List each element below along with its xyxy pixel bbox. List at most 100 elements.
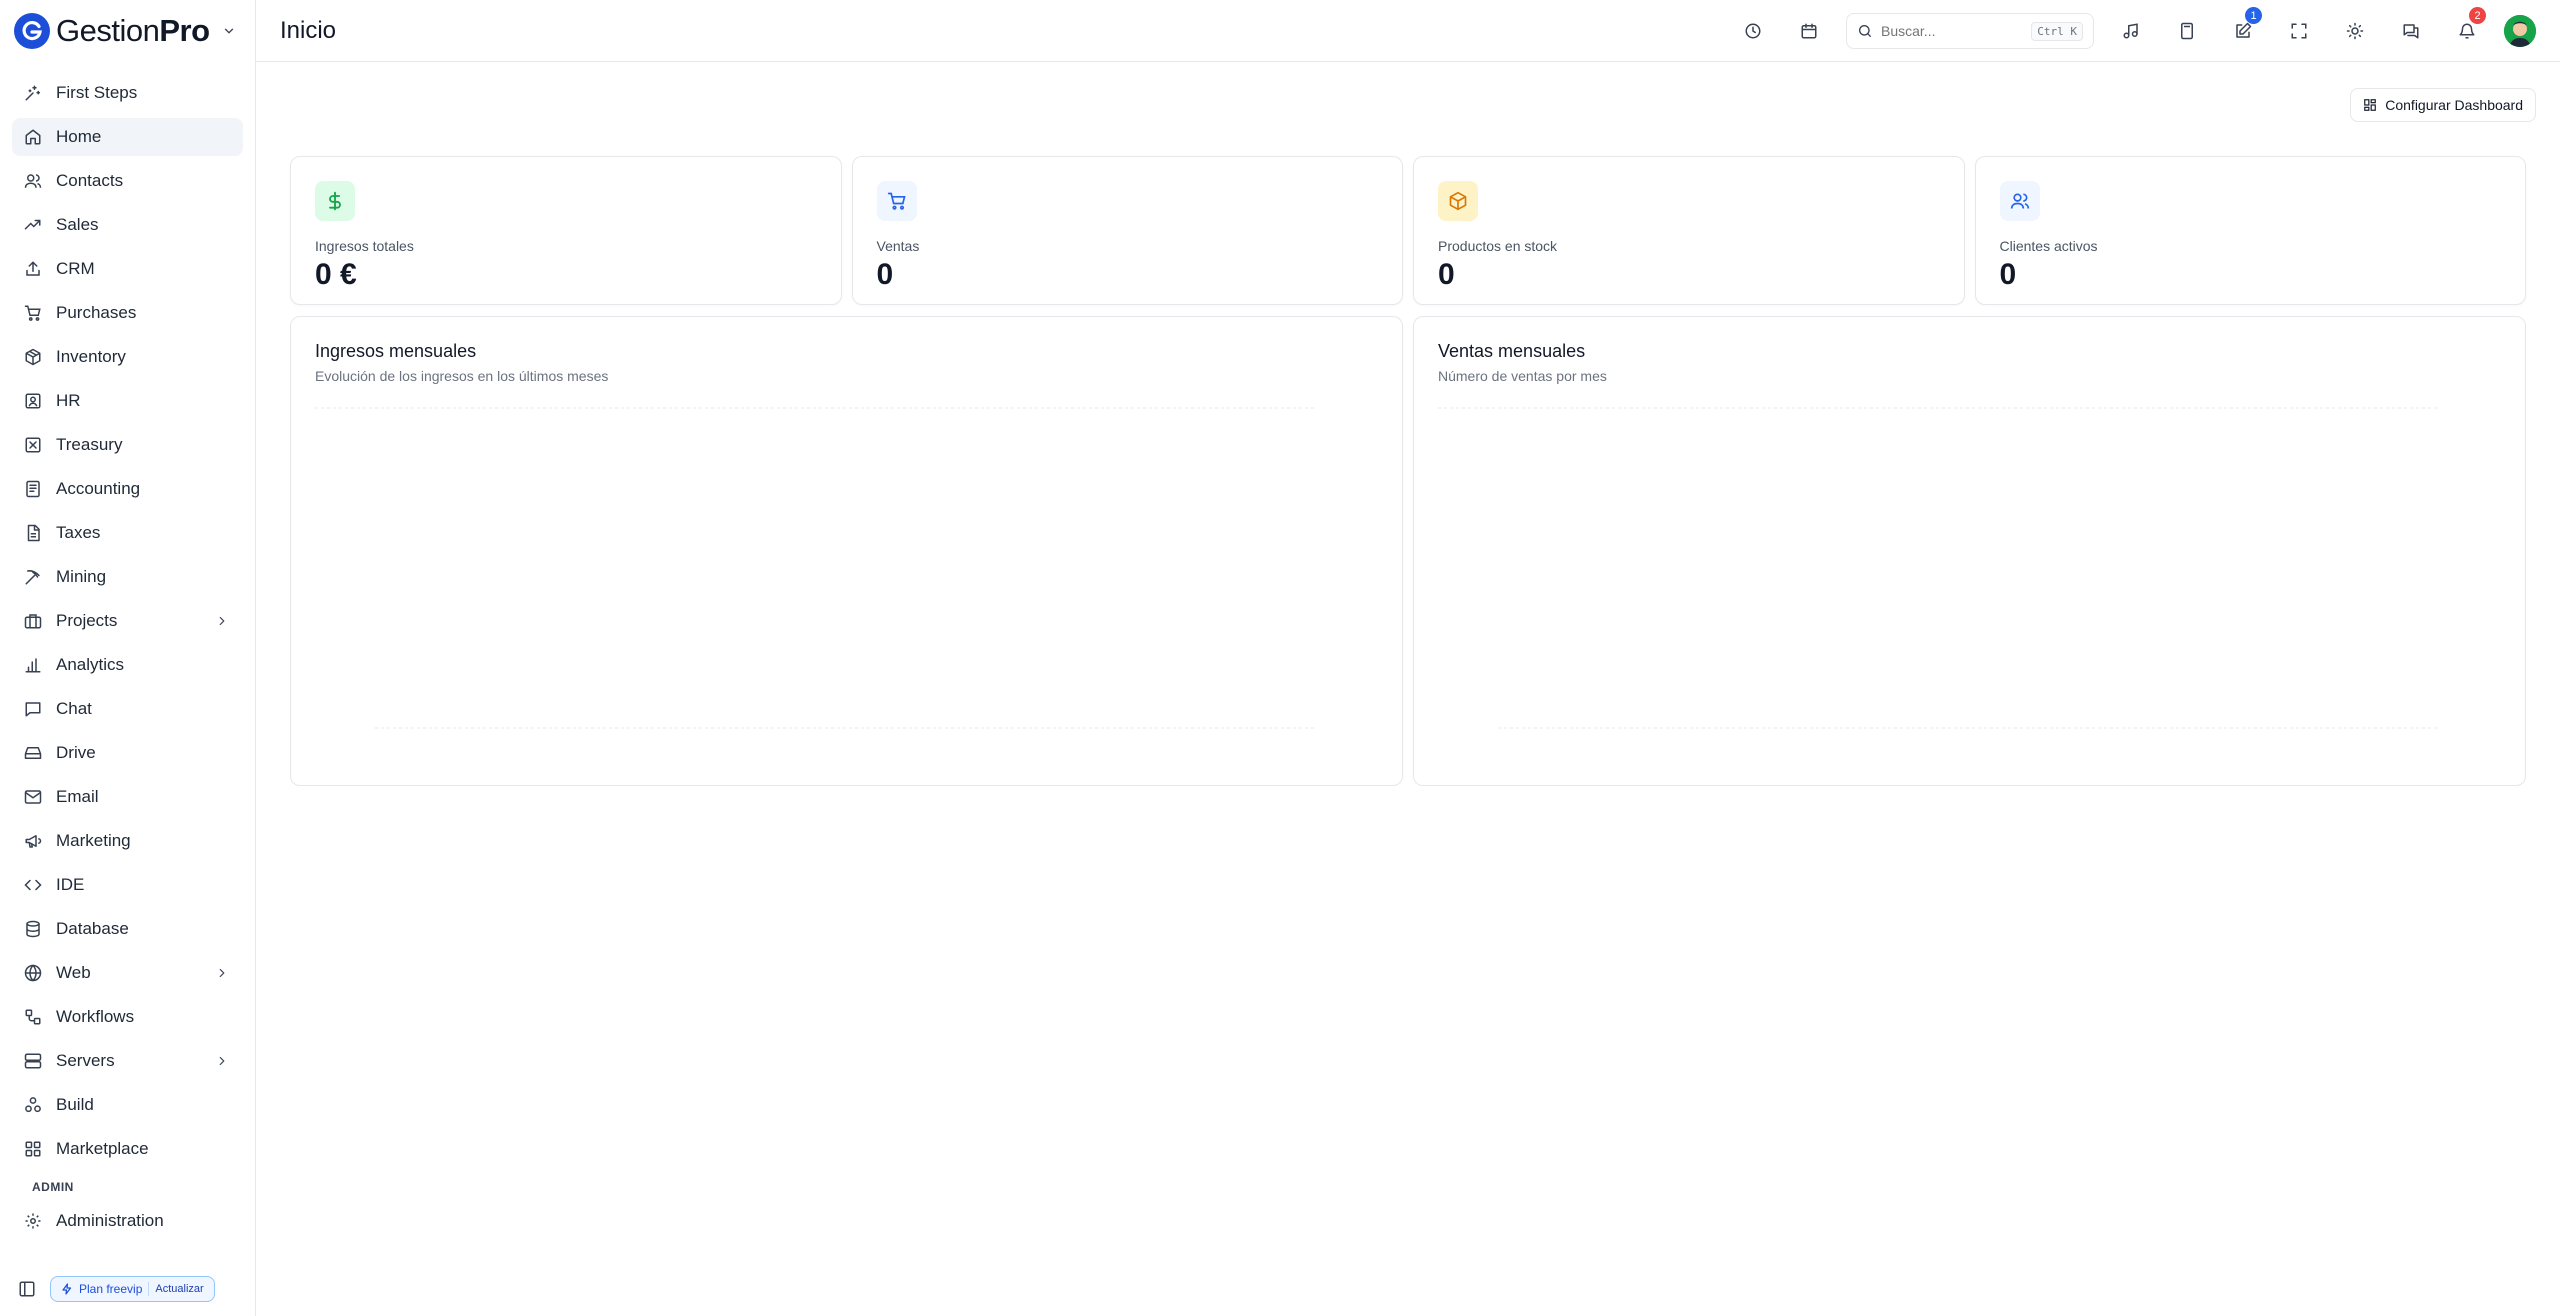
sidebar-item-workflows[interactable]: Workflows	[12, 998, 243, 1036]
sidebar-item-label: Purchases	[56, 303, 137, 322]
sidebar-item-administration[interactable]: Administration	[12, 1202, 243, 1240]
sidebar-item-database[interactable]: Database	[12, 910, 243, 948]
kpi-icon-wrap	[315, 181, 355, 221]
chart-title: Ingresos mensuales	[315, 341, 477, 361]
chevron-right-icon	[219, 968, 225, 978]
chevron-right-icon	[219, 1056, 225, 1066]
bell-icon	[2459, 23, 2475, 39]
clock-icon	[1745, 23, 1761, 39]
sidebar-item-chat[interactable]: Chat	[12, 690, 243, 728]
sidebar-nav: First Steps Home Contacts Sales CRM Purc…	[0, 62, 255, 1246]
music-icon	[2123, 23, 2138, 39]
sidebar-item-crm[interactable]: CRM	[12, 250, 243, 288]
sparkles-icon	[25, 85, 41, 101]
sidebar-item-label: Marketplace	[56, 1139, 149, 1158]
sidebar-section-admin: ADMIN	[32, 1180, 74, 1194]
search-shortcut: Ctrl K	[2031, 21, 2083, 41]
kpi-value: 0 €	[315, 258, 357, 291]
sidebar: GestionPro First Steps Home Contacts Sal…	[0, 0, 256, 1316]
chart-title: Ventas mensuales	[1438, 341, 1586, 361]
sidebar-item-purchases[interactable]: Purchases	[12, 294, 243, 332]
sidebar-item-marketing[interactable]: Marketing	[12, 822, 243, 860]
sidebar-item-drive[interactable]: Drive	[12, 734, 243, 772]
sidebar-item-label: Projects	[56, 611, 118, 630]
search-icon	[1859, 25, 1871, 37]
history-button[interactable]	[1734, 12, 1772, 50]
charts-row: Ingresos mensuales Evolución de los ingr…	[290, 316, 2526, 786]
page-title: Inicio	[280, 16, 337, 44]
sidebar-item-hr[interactable]: HR	[12, 382, 243, 420]
sales-chart-area	[1438, 407, 2438, 729]
cart-icon	[24, 305, 41, 321]
sidebar-item-projects[interactable]: Projects	[12, 602, 243, 640]
sidebar-toggle-icon[interactable]	[18, 1280, 36, 1298]
notes-badge: 1	[2245, 7, 2262, 24]
plan-badge[interactable]: Plan freevip Actualizar	[50, 1276, 215, 1302]
music-button[interactable]	[2112, 12, 2150, 50]
sidebar-item-treasury[interactable]: Treasury	[12, 426, 243, 464]
kpi-label: Clientes activos	[1999, 238, 2098, 254]
kpi-icon-wrap	[1438, 181, 1478, 221]
chart-card-monthly-sales: Ventas mensuales Número de ventas por me…	[1413, 316, 2526, 786]
fullscreen-button[interactable]	[2280, 12, 2318, 50]
sidebar-item-label: Build	[56, 1095, 94, 1114]
theme-toggle-button[interactable]	[2336, 12, 2374, 50]
gear-icon	[25, 1213, 41, 1229]
sidebar-item-accounting[interactable]: Accounting	[12, 470, 243, 508]
dollar-icon	[329, 191, 341, 211]
sidebar-item-inventory[interactable]: Inventory	[12, 338, 243, 376]
app-shell: GestionPro First Steps Home Contacts Sal…	[0, 0, 2560, 1316]
sidebar-item-taxes[interactable]: Taxes	[12, 514, 243, 552]
sidebar-item-home[interactable]: Home	[12, 118, 243, 156]
kpi-card-sales: Ventas 0	[851, 156, 1403, 305]
kpi-row: Ingresos totales 0 € Ventas 0 Productos …	[290, 156, 2526, 305]
kpi-value: 0	[1999, 258, 2017, 291]
configure-dashboard-button[interactable]: Configurar Dashboard	[2350, 88, 2536, 122]
search-input[interactable]	[1881, 23, 2024, 39]
chevron-right-icon	[219, 616, 225, 626]
kpi-label: Ingresos totales	[315, 238, 414, 254]
sidebar-item-analytics[interactable]: Analytics	[12, 646, 243, 684]
database-icon	[26, 920, 40, 938]
sidebar-item-label: Treasury	[56, 435, 123, 454]
sidebar-item-label: Home	[56, 127, 102, 146]
workflow-icon	[25, 1009, 41, 1025]
chart-subtitle: Evolución de los ingresos en los últimos…	[315, 368, 609, 384]
sidebar-item-label: Marketing	[56, 831, 131, 850]
sidebar-item-label: Servers	[56, 1051, 115, 1070]
brand-switcher[interactable]: GestionPro	[0, 0, 255, 62]
sidebar-item-contacts[interactable]: Contacts	[12, 162, 243, 200]
upload-icon	[26, 261, 40, 276]
sidebar-item-ide[interactable]: IDE	[12, 866, 243, 904]
sidebar-item-build[interactable]: Build	[12, 1086, 243, 1124]
plan-label: Plan freevip	[79, 1282, 143, 1296]
notifications-button[interactable]: 2	[2448, 7, 2486, 50]
notes-button[interactable]: 1	[2224, 7, 2262, 50]
fullscreen-icon	[2291, 23, 2307, 39]
sidebar-item-servers[interactable]: Servers	[12, 1042, 243, 1080]
sidebar-item-label: Contacts	[56, 171, 124, 190]
kpi-icon-wrap	[1999, 181, 2040, 221]
users-icon	[24, 174, 42, 188]
messages-button[interactable]	[2392, 12, 2430, 50]
chart-card-monthly-revenue: Ingresos mensuales Evolución de los ingr…	[290, 316, 1403, 786]
home-icon	[25, 129, 41, 145]
sidebar-item-marketplace[interactable]: Marketplace	[12, 1130, 243, 1168]
avatar[interactable]	[2504, 15, 2536, 47]
sidebar-item-email[interactable]: Email	[12, 778, 243, 816]
calendar-button[interactable]	[1790, 12, 1828, 50]
hard-drive-icon	[24, 747, 42, 759]
kpi-label: Ventas	[876, 238, 920, 254]
brand-name: GestionPro	[56, 13, 210, 48]
sidebar-item-web[interactable]: Web	[12, 954, 243, 992]
calculator-button[interactable]	[2168, 12, 2206, 50]
sidebar-item-sales[interactable]: Sales	[12, 206, 243, 244]
box-x-icon	[25, 437, 41, 453]
plan-upgrade-link[interactable]: Actualizar	[155, 1283, 203, 1295]
sidebar-item-mining[interactable]: Mining	[12, 558, 243, 596]
search-box[interactable]: Ctrl K	[1846, 13, 2094, 49]
kpi-value: 0	[876, 258, 894, 291]
kpi-card-clients: Clientes activos 0	[1974, 156, 2526, 305]
sidebar-item-label: Mining	[56, 567, 107, 586]
sidebar-item-first-steps[interactable]: First Steps	[12, 74, 243, 112]
